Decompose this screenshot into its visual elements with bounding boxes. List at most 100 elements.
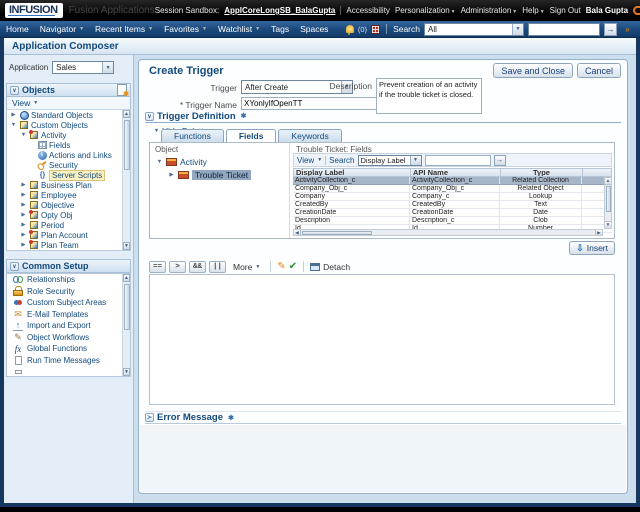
tree-scrollbar[interactable]: ▲ ▼ (122, 110, 130, 250)
nav-item-home[interactable]: Home (6, 24, 29, 34)
operator-or-button[interactable]: || (209, 260, 226, 273)
scrollbar-thumb[interactable] (605, 186, 611, 212)
table-vertical-scrollbar[interactable]: ▲ ▼ (604, 177, 612, 229)
detach-button[interactable]: Detach (310, 262, 350, 272)
collapse-icon[interactable]: ▼ (156, 159, 163, 165)
palette-node-activity[interactable]: ▼ Activity (156, 157, 207, 167)
expand-icon[interactable]: ≻ (145, 413, 154, 422)
session-sandbox-link[interactable]: ApplCoreLongSB_BalaGupta (224, 6, 335, 15)
list-item-import-and-export[interactable]: ↑ Import and Export (7, 320, 130, 332)
nav-item-spaces[interactable]: Spaces (300, 24, 328, 34)
scrollbar-thumb[interactable] (123, 284, 130, 330)
more-menu[interactable]: More ▼ (233, 262, 260, 272)
notifications-bell-icon[interactable] (345, 25, 354, 35)
administration-menu[interactable]: Administration▼ (461, 6, 518, 15)
accessibility-link[interactable]: Accessibility (346, 6, 390, 15)
description-textarea[interactable]: Prevent creation of an activity if the t… (376, 78, 482, 114)
tree-item-fields[interactable]: Fields (7, 140, 130, 150)
section-help-icon[interactable]: ✱ (228, 414, 234, 422)
advanced-search-icon[interactable]: » (621, 23, 634, 36)
collapse-icon[interactable]: ∨ (10, 85, 19, 95)
tree-item-actions-and-links[interactable]: i Actions and Links (7, 150, 130, 160)
table-horizontal-scrollbar[interactable]: ◀ ▶ (293, 229, 603, 236)
table-row[interactable]: Company Company_c Lookup (293, 193, 612, 201)
tree-item-objective[interactable]: ▶ Objective (7, 200, 130, 210)
table-row[interactable]: CreationDate CreationDate Date (293, 209, 612, 217)
tree-item-custom-objects[interactable]: ▼ Custom Objects (7, 120, 130, 130)
tree-item-activity[interactable]: ▼ Activity (7, 130, 130, 140)
tree-item-plan-account[interactable]: ▶ Plan Account (7, 230, 130, 240)
scroll-down-icon[interactable]: ▼ (123, 242, 130, 250)
scroll-down-icon[interactable]: ▼ (605, 221, 611, 228)
tree-item-opty-obj[interactable]: ▶ Opty Obj (7, 210, 130, 220)
list-item-global-functions[interactable]: fx Global Functions (7, 343, 130, 355)
scrollbar-thumb[interactable] (123, 120, 130, 171)
search-go-button[interactable]: → (604, 22, 617, 36)
expand-icon[interactable]: ▶ (20, 232, 27, 238)
help-menu[interactable]: Help▼ (522, 6, 544, 15)
tree-item-employee[interactable]: ▶ Employee (7, 190, 130, 200)
fields-search-input[interactable] (424, 154, 491, 166)
table-row[interactable]: CreatedBy CreatedBy Text (293, 201, 612, 209)
expand-icon[interactable]: ▶ (20, 212, 27, 218)
operator-equals-button[interactable]: == (149, 260, 166, 273)
table-row[interactable]: ActivityCollection_c ActivityCollection_c… (293, 177, 612, 185)
nav-item-navigator[interactable]: Navigator ▼ (40, 24, 84, 34)
expand-icon[interactable]: ▶ (20, 222, 27, 228)
nav-item-watchlist[interactable]: Watchlist ▼ (218, 24, 260, 34)
insert-button[interactable]: ⇩ Insert (569, 241, 615, 255)
operator-and-button[interactable]: && (189, 260, 206, 273)
trigger-name-input[interactable] (241, 97, 379, 110)
eraser-icon[interactable]: ✎ (277, 261, 285, 272)
nav-item-favorites[interactable]: Favorites ▼ (164, 24, 207, 34)
tree-item-period[interactable]: ▶ Period (7, 220, 130, 230)
list-item-run-time-messages[interactable]: Run Time Messages (7, 355, 130, 367)
application-select[interactable]: Sales ▼ (52, 61, 115, 74)
collapse-icon[interactable]: ▼ (10, 122, 17, 128)
section-help-icon[interactable]: ✱ (241, 112, 247, 120)
sign-out-link[interactable]: Sign Out (550, 6, 581, 15)
collapse-icon[interactable]: ∨ (145, 111, 154, 121)
common-list-scrollbar[interactable]: ▲ ▼ (122, 274, 130, 376)
save-and-close-button[interactable]: Save and Close (493, 63, 573, 78)
list-item-role-security[interactable]: Role Security (7, 286, 130, 298)
column-header-type[interactable]: Type (501, 169, 583, 176)
tree-item-business-plan[interactable]: ▶ Business Plan (7, 180, 130, 190)
scroll-right-icon[interactable]: ▶ (595, 230, 602, 235)
scroll-up-icon[interactable]: ▲ (123, 110, 130, 118)
scroll-up-icon[interactable]: ▲ (605, 178, 611, 185)
expand-icon[interactable]: ▶ (20, 242, 27, 248)
nav-item-recent-items[interactable]: Recent Items ▼ (95, 24, 153, 34)
tab-keywords[interactable]: Keywords (278, 129, 342, 142)
fields-search-go-button[interactable]: → (493, 154, 506, 166)
global-search-input[interactable] (528, 22, 600, 36)
list-item-object-workflows[interactable]: ✎ Object Workflows (7, 332, 130, 344)
tab-fields[interactable]: Fields (225, 129, 277, 142)
view-menu[interactable]: View ▼ (297, 156, 322, 165)
tree-item-standard-objects[interactable]: ▶ Standard Objects (7, 110, 130, 120)
expand-icon[interactable]: ▶ (10, 112, 17, 118)
collapse-icon[interactable]: ▼ (20, 132, 27, 138)
expand-icon[interactable]: ▶ (20, 192, 27, 198)
validate-icon[interactable]: ✔ (289, 261, 297, 272)
tree-item-plan-team[interactable]: ▶ Plan Team (7, 240, 130, 250)
scroll-left-icon[interactable]: ◀ (294, 230, 301, 235)
palette-node-trouble-ticket[interactable]: ▶ Trouble Ticket (168, 170, 252, 180)
calendar-grid-icon[interactable] (371, 24, 381, 34)
collapse-icon[interactable]: ∨ (10, 261, 19, 271)
column-header-display-label[interactable]: Display Label (294, 169, 411, 176)
cancel-button[interactable]: Cancel (576, 63, 621, 78)
column-header-api-name[interactable]: API Name (411, 169, 501, 176)
list-item-email-templates[interactable]: ✉ E-Mail Templates (7, 309, 130, 321)
table-row[interactable]: Company_Obj_c Company_Obj_c Related Object (293, 185, 612, 193)
tree-item-security[interactable]: Security (7, 160, 130, 170)
expand-icon[interactable]: ▶ (20, 182, 27, 188)
operator-greater-button[interactable]: > (169, 260, 186, 273)
chat-bubble-icon[interactable] (633, 6, 640, 15)
table-row[interactable]: Description Description_c Clob (293, 217, 612, 225)
search-by-select[interactable]: Display Label ▼ (357, 154, 422, 166)
list-item-custom-subject-areas[interactable]: Custom Subject Areas (7, 297, 130, 309)
create-object-icon[interactable] (117, 84, 129, 98)
scroll-up-icon[interactable]: ▲ (123, 274, 130, 282)
nav-item-tags[interactable]: Tags (271, 24, 289, 34)
